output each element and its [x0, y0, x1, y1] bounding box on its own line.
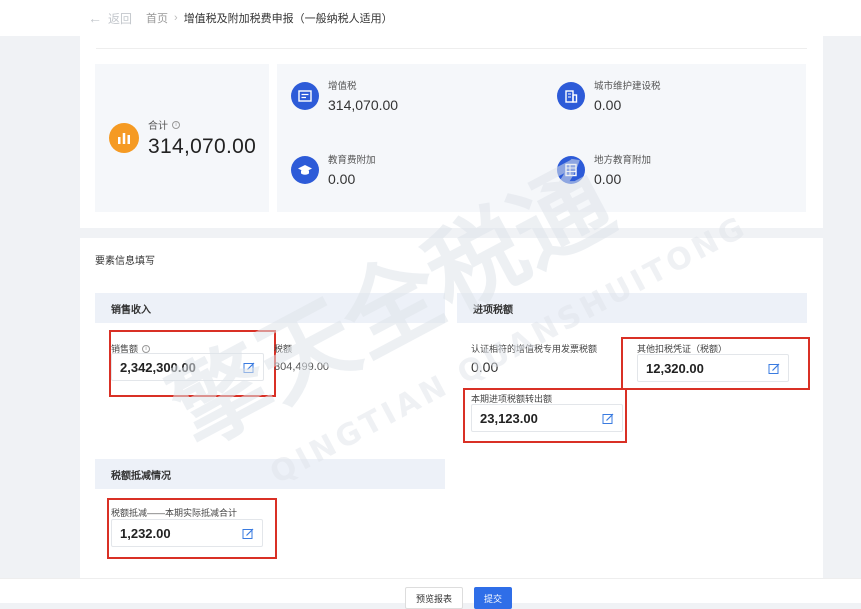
back-button[interactable]: ← 返回 — [88, 10, 132, 27]
graduation-cap-icon — [291, 156, 319, 184]
sales-tax-label: 税额 — [274, 344, 293, 354]
building-icon — [557, 82, 585, 110]
total-label: 合计 — [148, 121, 168, 132]
back-label: 返回 — [108, 11, 133, 26]
highlight-box — [621, 337, 810, 390]
tax-breakdown-panel: 增值税 314,070.00 城市维护建设税 0.00 教育费附加 0.00 地… — [277, 64, 806, 212]
total-label-row: 合计 i — [148, 117, 256, 132]
tax-item-vat: 增值税 314,070.00 — [291, 78, 398, 113]
local-education-label: 地方教育附加 — [594, 155, 652, 166]
certified-invoice-value: 0.00 — [471, 359, 499, 375]
breadcrumb: 首页 › 增值税及附加税费申报（一般纳税人适用） — [146, 10, 393, 26]
tax-item-urban-construction: 城市维护建设税 0.00 — [557, 78, 661, 113]
preview-report-button[interactable]: 预览报表 — [405, 587, 463, 609]
divider — [96, 48, 807, 49]
submit-button[interactable]: 提交 — [474, 587, 512, 609]
education-value: 0.00 — [328, 171, 356, 187]
highlight-box — [107, 498, 277, 559]
bar-chart-icon — [109, 123, 139, 153]
deduction-panel-header: 税额抵减情况 — [95, 459, 445, 489]
section-title: 要素信息填写 — [95, 256, 155, 267]
info-icon[interactable]: i — [172, 120, 180, 129]
sales-panel-header: 销售收入 — [95, 293, 445, 323]
document-list-icon — [557, 156, 585, 184]
form-card: 要素信息填写 销售收入 销售额 i 2,342,300.00 税额 304,49… — [80, 238, 823, 578]
sales-tax-value: 304,499.00 — [274, 361, 330, 373]
invoice-icon — [291, 82, 319, 110]
back-arrow-icon: ← — [88, 10, 102, 26]
urban-construction-value: 0.00 — [594, 97, 622, 113]
tax-item-education: 教育费附加 0.00 — [291, 152, 376, 187]
highlight-box — [463, 388, 627, 443]
urban-construction-label: 城市维护建设税 — [594, 81, 661, 92]
tax-item-local-education: 地方教育附加 0.00 — [557, 152, 651, 187]
education-label: 教育费附加 — [328, 155, 376, 166]
top-bar: ← 返回 首页 › 增值税及附加税费申报（一般纳税人适用） — [0, 0, 861, 36]
bottom-action-bar: 预览报表 提交 — [0, 578, 861, 609]
vat-value: 314,070.00 — [328, 97, 399, 113]
input-tax-panel-header: 进项税额 — [457, 293, 807, 323]
breadcrumb-separator: › — [174, 12, 178, 24]
summary-card: 合计 i 314,070.00 增值税 314,070.00 城市维护建设税 0… — [80, 36, 823, 228]
certified-invoice-label: 认证相符的增值税专用发票税额 — [471, 344, 598, 354]
vat-label: 增值税 — [328, 81, 357, 92]
total-panel: 合计 i 314,070.00 — [95, 64, 269, 212]
total-value: 314,070.00 — [148, 135, 257, 158]
breadcrumb-current: 增值税及附加税费申报（一般纳税人适用） — [183, 13, 393, 25]
local-education-value: 0.00 — [594, 171, 622, 187]
breadcrumb-home[interactable]: 首页 — [146, 10, 168, 26]
highlight-box — [109, 330, 276, 397]
